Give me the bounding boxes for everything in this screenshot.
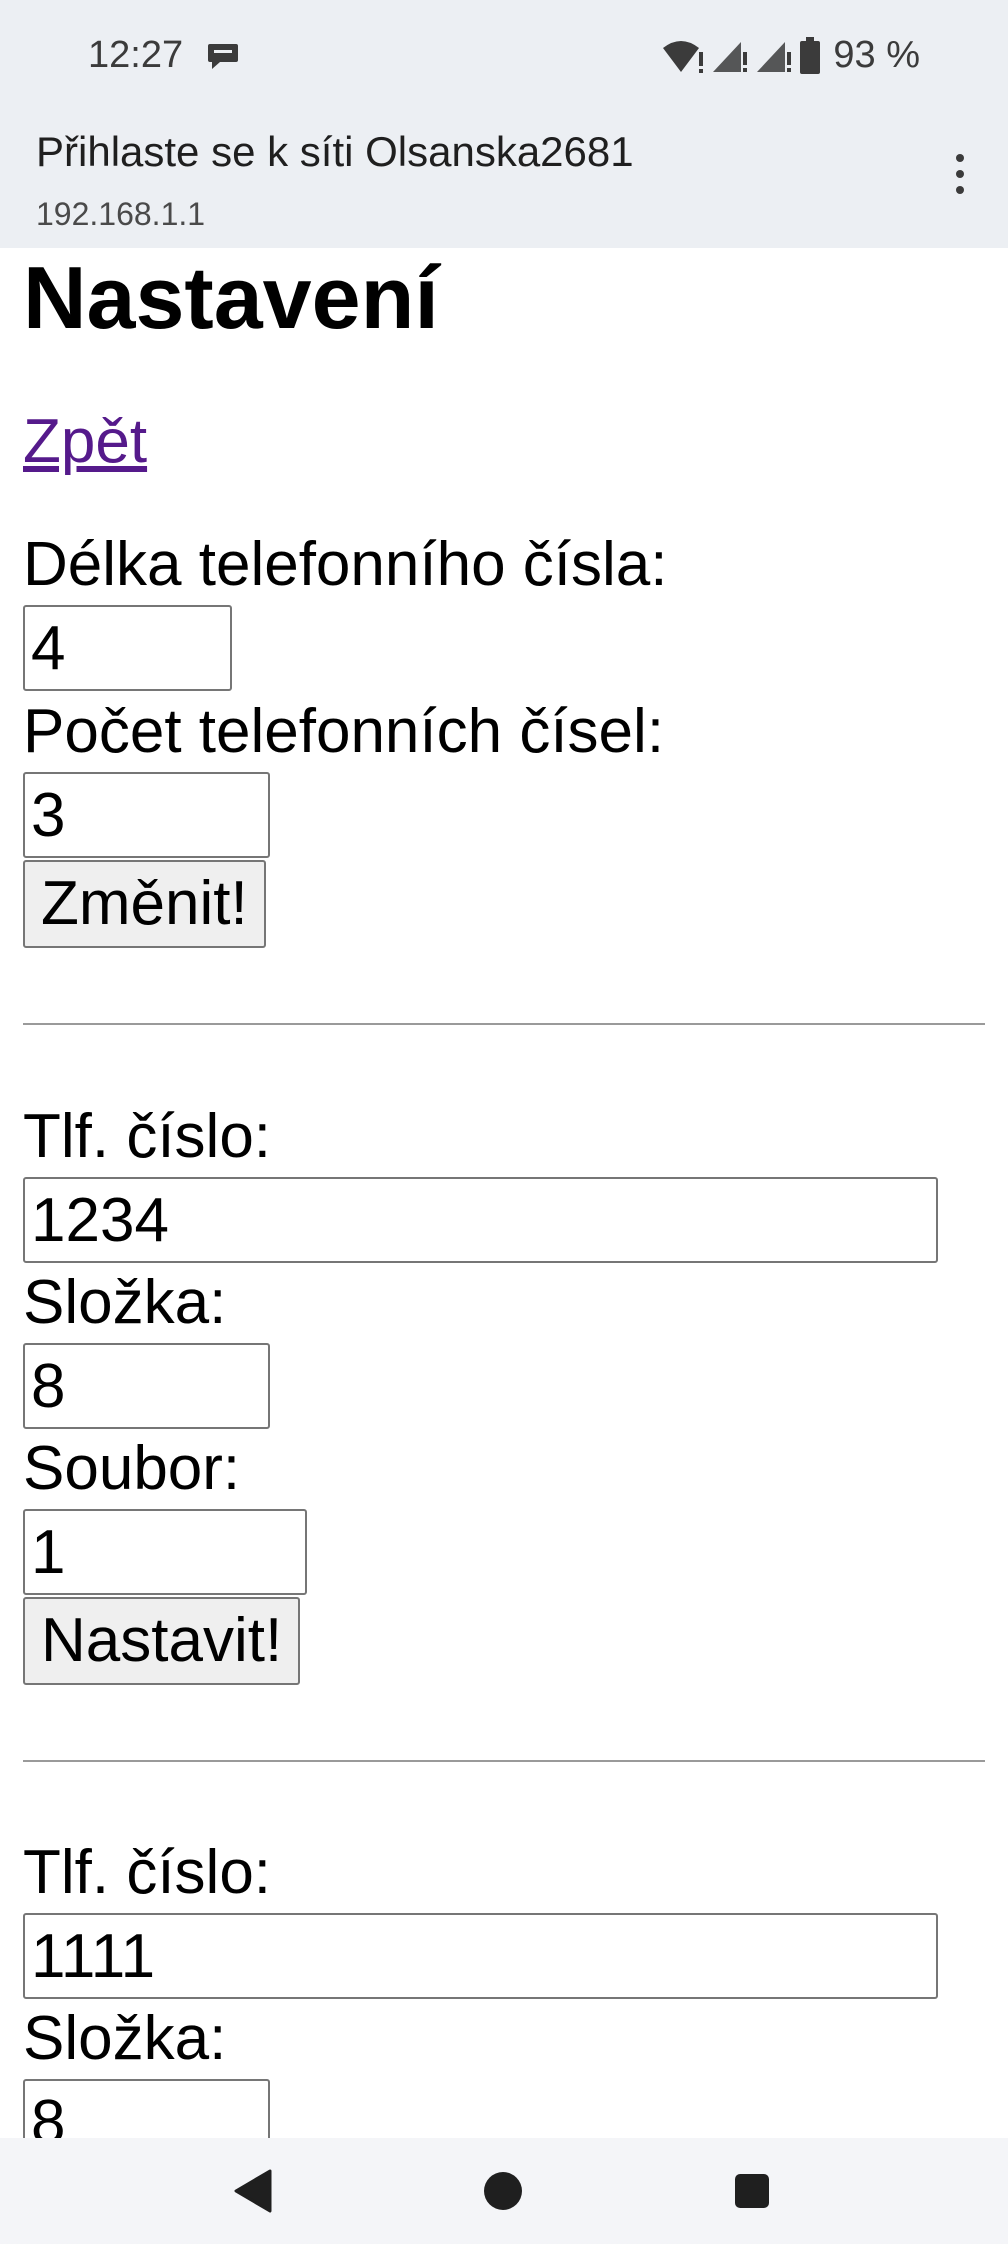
folder-label: Složka: <box>23 1268 227 1337</box>
file-label: Soubor: <box>23 1434 241 1503</box>
portal-url: 192.168.1.1 <box>36 196 206 232</box>
phone-number-label: Tlf. číslo: <box>23 1838 272 1907</box>
set-button[interactable]: Nastavit! <box>23 1597 301 1685</box>
status-icons: 93 % <box>661 34 920 77</box>
signal-icon <box>757 41 792 72</box>
home-circle-icon[interactable] <box>484 2172 522 2210</box>
battery-percent: 93 % <box>833 34 920 76</box>
phone-length-input[interactable] <box>23 605 232 691</box>
page-content: Nastavení Zpět Délka telefonního čísla: … <box>23 248 985 2138</box>
folder-input[interactable] <box>23 1343 270 1429</box>
wifi-alert-icon <box>663 40 704 73</box>
battery-icon <box>800 36 821 74</box>
phone-count-input[interactable] <box>23 772 270 858</box>
phone-number-input[interactable] <box>23 1913 938 1999</box>
top-bar: 12:27 93 % Přihlaste se k síti Olsanska2… <box>0 0 1008 248</box>
portal-title: Přihlaste se k síti Olsanska2681 <box>36 128 634 175</box>
back-triangle-icon[interactable] <box>232 2168 274 2214</box>
phone-number-input[interactable] <box>23 1177 938 1263</box>
divider <box>23 1760 985 1762</box>
phone-length-label: Délka telefonního čísla: <box>23 530 668 599</box>
file-input[interactable] <box>23 1509 307 1595</box>
divider <box>23 1023 985 1025</box>
page-title: Nastavení <box>23 248 439 347</box>
folder-label: Složka: <box>23 2004 227 2073</box>
back-link[interactable]: Zpět <box>23 406 147 477</box>
change-button[interactable]: Změnit! <box>23 860 266 948</box>
navigation-bar <box>0 2138 1008 2244</box>
folder-input[interactable] <box>23 2079 270 2138</box>
recent-apps-square-icon[interactable] <box>735 2174 769 2208</box>
phone-count-label: Počet telefonních čísel: <box>23 697 665 766</box>
status-time: 12:27 <box>88 34 184 76</box>
more-options-icon[interactable] <box>952 154 968 198</box>
chat-bubble-icon <box>208 44 238 69</box>
signal-icon <box>713 41 748 72</box>
phone-number-label: Tlf. číslo: <box>23 1102 272 1171</box>
